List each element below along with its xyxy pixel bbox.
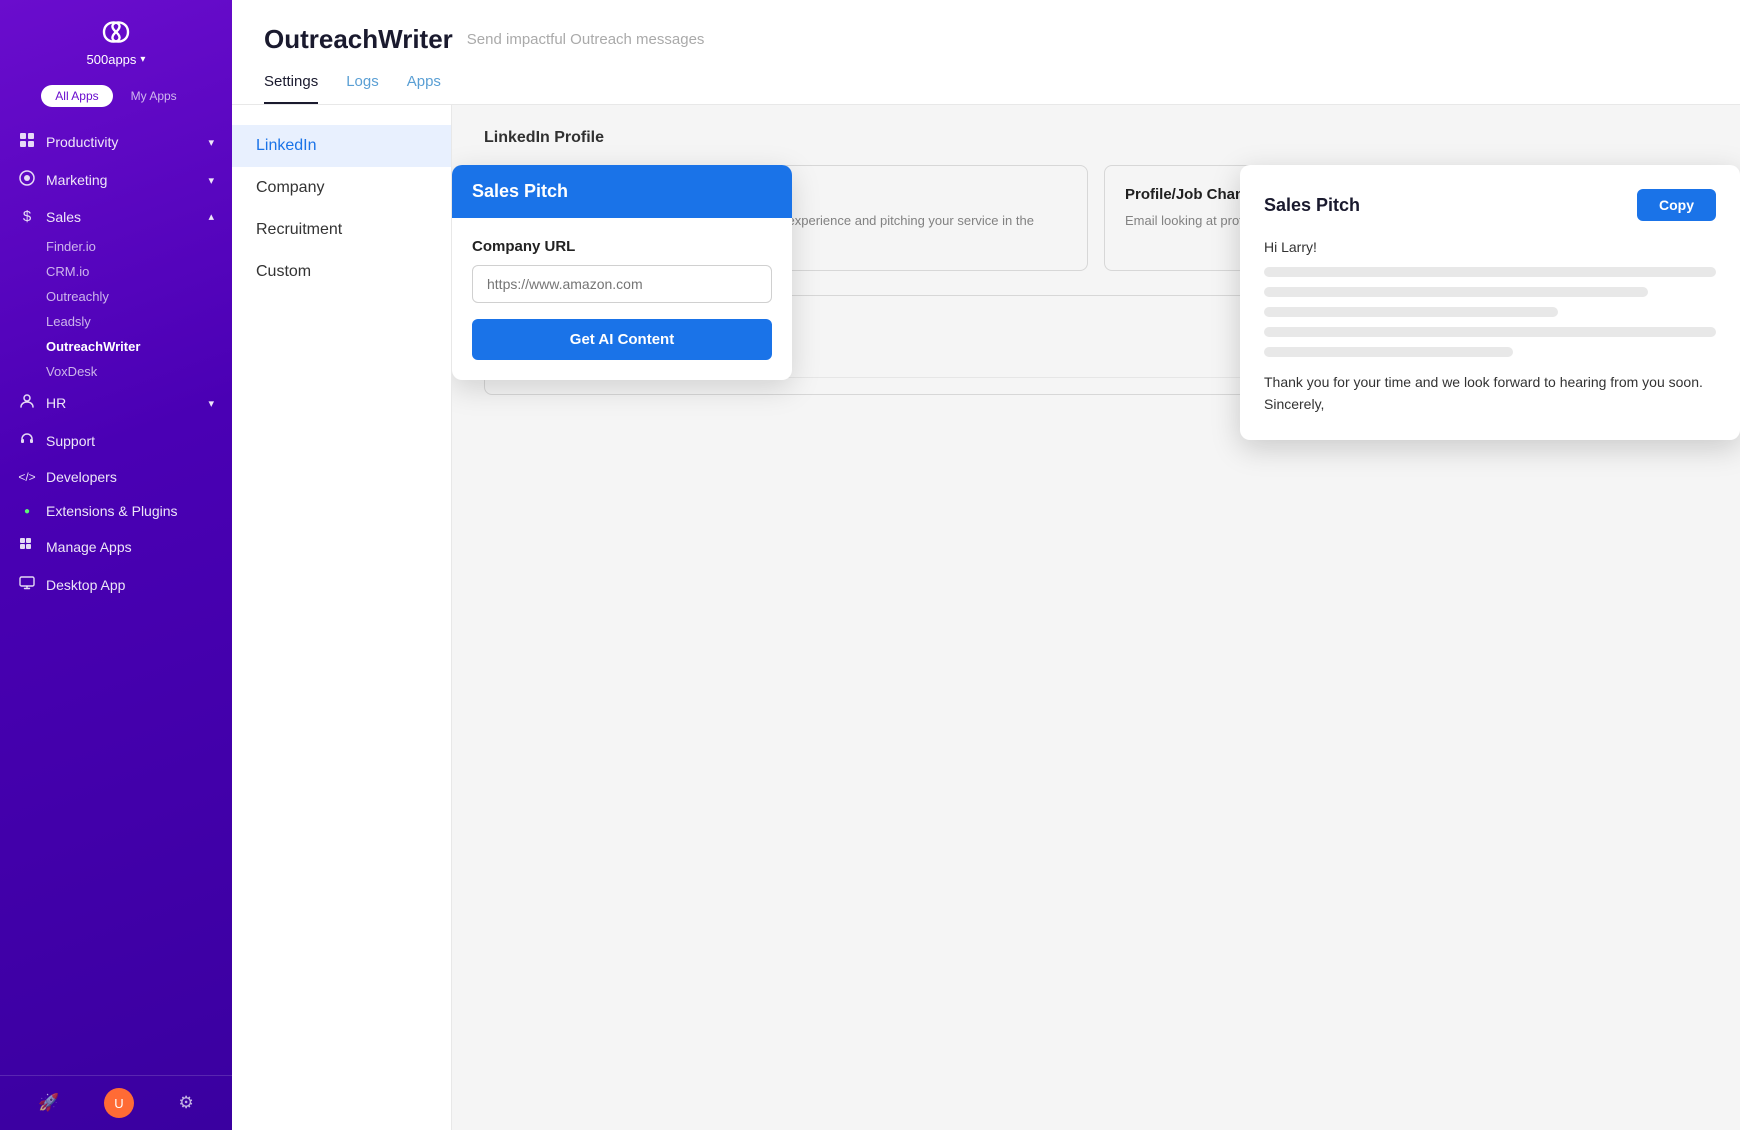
sidebar-item-support-label: Support [46, 433, 95, 449]
sidebar-item-support[interactable]: Support [0, 422, 232, 460]
brand-chevron-icon: ▾ [140, 54, 145, 65]
result-footer: Thank you for your time and we look forw… [1264, 371, 1716, 416]
main-tabs: Settings Logs Apps [264, 73, 1708, 104]
sidebar-item-extensions-label: Extensions & Plugins [46, 503, 178, 519]
sidebar-item-sales-label: Sales [46, 209, 81, 225]
result-title: Sales Pitch [1264, 195, 1360, 216]
sidebar-subitem-voxdesk[interactable]: VoxDesk [0, 359, 232, 384]
tab-settings[interactable]: Settings [264, 73, 318, 104]
app-subtitle: Send impactful Outreach messages [467, 31, 705, 48]
section-title: LinkedIn Profile [484, 129, 1708, 147]
content-area: LinkedIn Company Recruitment Custom Link… [232, 105, 1740, 1130]
main-content: OutreachWriter Send impactful Outreach m… [232, 0, 1740, 1130]
rocket-icon[interactable]: 🚀 [38, 1093, 59, 1113]
sidebar-item-hr[interactable]: HR ▾ [0, 384, 232, 422]
sidebar-item-manage-apps[interactable]: Manage Apps [0, 528, 232, 566]
sidebar-header: 500apps ▾ [0, 0, 232, 77]
left-nav-linkedin[interactable]: LinkedIn [232, 125, 451, 167]
copy-button[interactable]: Copy [1637, 189, 1716, 221]
company-url-input[interactable] [472, 265, 772, 303]
grid-icon [18, 132, 36, 152]
skeleton-line-3 [1264, 307, 1558, 317]
result-footer-line1: Thank you for your time and we look forw… [1264, 371, 1716, 393]
sidebar-footer: 🚀 U ⚙ [0, 1075, 232, 1130]
tab-logs[interactable]: Logs [346, 73, 379, 104]
apps-icon [18, 537, 36, 557]
sidebar-subitem-crm[interactable]: CRM.io [0, 259, 232, 284]
popup-header-title: Sales Pitch [472, 181, 772, 202]
person-icon [18, 393, 36, 413]
chevron-down-icon-3: ▾ [208, 397, 214, 410]
sidebar-subitem-finder[interactable]: Finder.io [0, 234, 232, 259]
skeleton-line-2 [1264, 287, 1648, 297]
tab-apps[interactable]: Apps [407, 73, 441, 104]
sidebar-item-hr-label: HR [46, 395, 66, 411]
nav-section: Productivity ▾ Marketing ▾ $ Sales ▴ Fin… [0, 119, 232, 608]
chevron-down-icon: ▾ [208, 136, 214, 149]
sidebar-item-extensions[interactable]: ● Extensions & Plugins [0, 494, 232, 528]
skeleton-line-5 [1264, 347, 1513, 357]
popup-body: Company URL Get AI Content [452, 218, 792, 380]
sidebar-item-marketing[interactable]: Marketing ▾ [0, 161, 232, 199]
sidebar-item-productivity[interactable]: Productivity ▾ [0, 123, 232, 161]
sidebar-subitem-outreachwriter[interactable]: OutreachWriter [0, 334, 232, 359]
sidebar-item-productivity-label: Productivity [46, 134, 118, 150]
result-footer-line2: Sincerely, [1264, 393, 1716, 415]
sales-pitch-result-panel: Sales Pitch Copy Hi Larry! Thank you for… [1240, 165, 1740, 440]
sidebar-item-desktop-app[interactable]: Desktop App [0, 566, 232, 604]
my-apps-tab[interactable]: My Apps [117, 85, 191, 107]
main-header: OutreachWriter Send impactful Outreach m… [232, 0, 1740, 105]
left-panel: LinkedIn Company Recruitment Custom [232, 105, 452, 1130]
sidebar-subitem-leadsly[interactable]: Leadsly [0, 309, 232, 334]
marketing-icon [18, 170, 36, 190]
chevron-up-icon: ▴ [208, 210, 214, 223]
left-nav-company[interactable]: Company [232, 167, 451, 209]
brand-name: 500apps [87, 52, 137, 67]
sidebar-tabs: All Apps My Apps [0, 77, 232, 119]
sidebar: 500apps ▾ All Apps My Apps Productivity … [0, 0, 232, 1130]
all-apps-tab[interactable]: All Apps [41, 85, 112, 107]
left-nav-recruitment[interactable]: Recruitment [232, 209, 451, 251]
sidebar-item-manage-apps-label: Manage Apps [46, 539, 132, 555]
brand-row[interactable]: 500apps ▾ [87, 52, 146, 67]
circle-icon: ● [18, 506, 36, 517]
user-avatar[interactable]: U [104, 1088, 134, 1118]
sales-pitch-popup: Sales Pitch Company URL Get AI Content [452, 165, 792, 380]
sidebar-item-developers-label: Developers [46, 469, 117, 485]
settings-icon[interactable]: ⚙ [178, 1093, 193, 1113]
sidebar-item-marketing-label: Marketing [46, 172, 107, 188]
app-title: OutreachWriter [264, 24, 453, 55]
right-panel: LinkedIn Profile Profile and Pitch Simpl… [452, 105, 1740, 1130]
headset-icon [18, 431, 36, 451]
desktop-icon [18, 575, 36, 595]
app-title-row: OutreachWriter Send impactful Outreach m… [264, 24, 1708, 55]
get-ai-content-button[interactable]: Get AI Content [472, 319, 772, 360]
skeleton-line-1 [1264, 267, 1716, 277]
skeleton-line-4 [1264, 327, 1716, 337]
result-header: Sales Pitch Copy [1264, 189, 1716, 221]
sidebar-item-developers[interactable]: </> Developers [0, 460, 232, 494]
sidebar-subitem-outreachly[interactable]: Outreachly [0, 284, 232, 309]
sidebar-item-desktop-app-label: Desktop App [46, 577, 125, 593]
code-icon: </> [18, 470, 36, 484]
brand-logo-icon [92, 18, 140, 46]
sidebar-item-sales[interactable]: $ Sales ▴ [0, 199, 232, 234]
company-url-label: Company URL [472, 238, 772, 255]
result-greeting: Hi Larry! [1264, 239, 1716, 255]
chevron-down-icon-2: ▾ [208, 174, 214, 187]
popup-header: Sales Pitch [452, 165, 792, 218]
dollar-icon: $ [18, 208, 36, 225]
left-nav-custom[interactable]: Custom [232, 251, 451, 293]
